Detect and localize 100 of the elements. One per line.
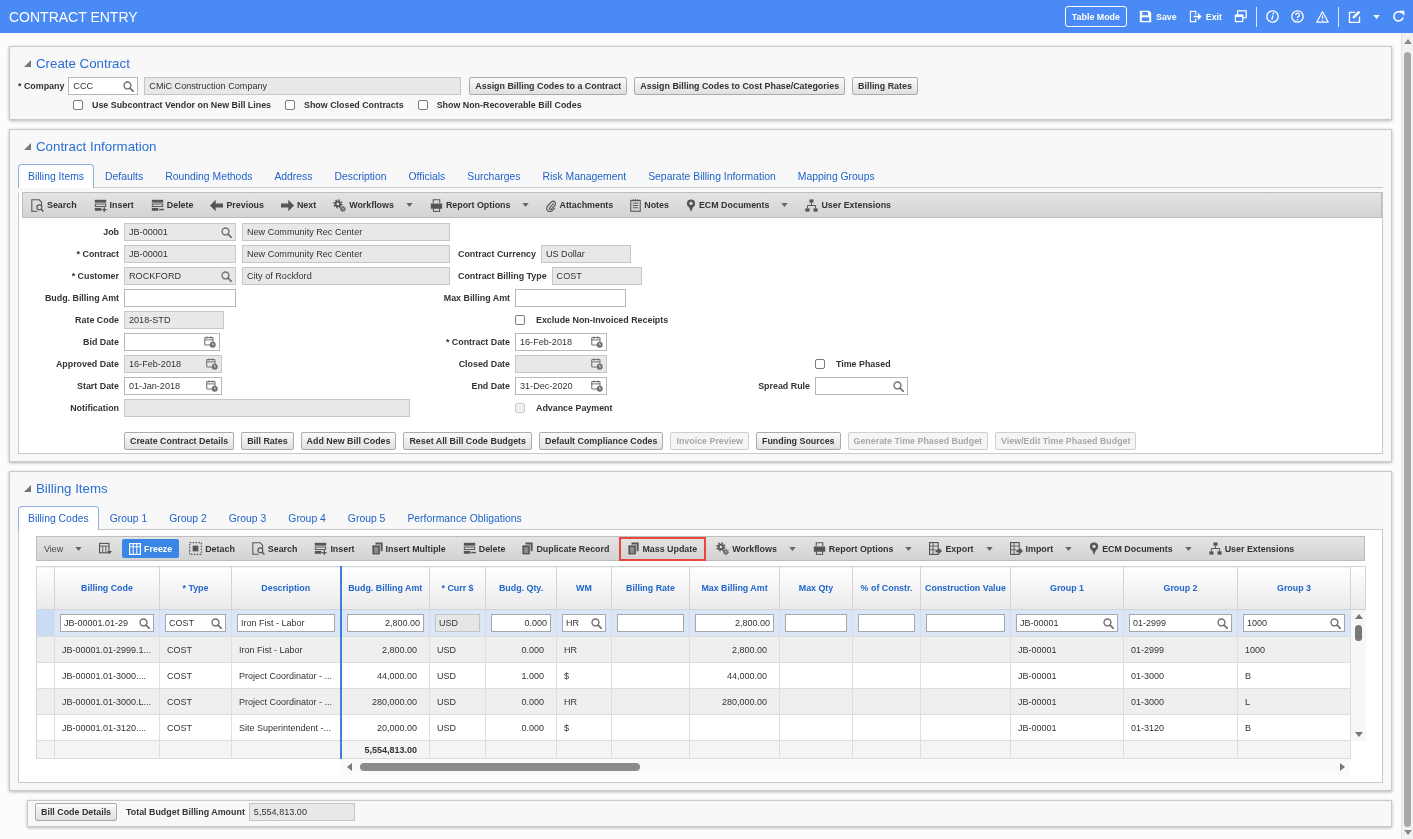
attachments-button[interactable]: Attachments xyxy=(538,195,622,215)
mass-update-button[interactable]: Mass Update xyxy=(619,536,707,561)
column-header[interactable]: Billing Code xyxy=(54,566,160,610)
triangle-icon[interactable] xyxy=(24,484,31,492)
search-icon[interactable] xyxy=(1330,617,1341,629)
lookup-field[interactable]: JB-00001 xyxy=(1016,614,1118,632)
tab[interactable]: Billing Items xyxy=(18,164,94,188)
action-button[interactable]: Bill Rates xyxy=(241,432,294,450)
lookup-field[interactable]: HR xyxy=(562,614,606,632)
input-field[interactable] xyxy=(515,289,626,307)
column-header[interactable]: Max Qty xyxy=(779,566,853,610)
calendar-icon[interactable] xyxy=(591,336,603,348)
grid-row[interactable]: JB-00001.01-2999.1... COST Iron Fist - Labor 2,800.00 USD 0.000 HR 2,800.00 JB-00001 01-2999 1000 xyxy=(36,636,1351,663)
grid-row[interactable]: JB-00001.01-3000.L... COST Project Coordinator - ... 280,000.00 USD 0.000 HR 280,000.00 JB-00001 01-3000 L xyxy=(36,688,1351,715)
tab[interactable]: Group 4 xyxy=(277,506,337,530)
workflows-button[interactable]: Workflows xyxy=(325,195,421,215)
tab[interactable]: Surcharges xyxy=(456,164,532,188)
triangle-icon[interactable] xyxy=(24,142,31,150)
info-icon[interactable] xyxy=(1266,10,1279,23)
tab[interactable]: Defaults xyxy=(94,164,155,188)
scrollbar-thumb[interactable] xyxy=(1404,52,1411,827)
search-button[interactable]: Search xyxy=(244,538,305,559)
tab[interactable]: Separate Billing Information xyxy=(637,164,787,188)
search-button[interactable]: Search xyxy=(23,195,85,215)
lookup-field[interactable]: JB-00001.01-29 xyxy=(60,614,154,632)
tab[interactable]: Group 1 xyxy=(98,506,159,530)
input-field[interactable] xyxy=(858,614,915,632)
column-header[interactable]: Budg. Billing Amt xyxy=(340,566,430,610)
refresh-icon[interactable] xyxy=(1392,10,1405,23)
action-button[interactable]: Assign Billing Codes to a Contract xyxy=(469,77,628,95)
search-icon[interactable] xyxy=(591,617,602,629)
column-header[interactable]: Billing Rate xyxy=(611,566,690,610)
documents-button[interactable]: ECM Documents xyxy=(677,195,797,215)
user-extensions-button[interactable]: User Extensions xyxy=(1201,538,1302,559)
documents-button[interactable]: ECM Documents xyxy=(1082,538,1199,559)
search-icon[interactable] xyxy=(123,80,135,92)
tab[interactable]: Description xyxy=(323,164,398,188)
freeze-button[interactable]: Freeze xyxy=(122,539,180,558)
scroll-down-icon[interactable] xyxy=(1354,732,1363,737)
calendar-icon[interactable] xyxy=(206,380,218,392)
action-button[interactable]: Billing Rates xyxy=(852,77,918,95)
lookup-field[interactable]: COST xyxy=(165,614,226,632)
checkbox[interactable] xyxy=(417,100,428,110)
calendar-icon[interactable] xyxy=(204,336,216,348)
scrollbar-thumb[interactable] xyxy=(360,763,640,771)
action-button[interactable]: Reset All Bill Code Budgets xyxy=(403,432,532,450)
column-header[interactable]: * Curr $ xyxy=(429,566,486,610)
input-field[interactable]: 2,800.00 xyxy=(346,614,424,632)
insert-button[interactable]: Insert xyxy=(307,538,362,559)
tab[interactable]: Group 2 xyxy=(158,506,218,530)
input-field[interactable]: Iron Fist - Labor xyxy=(237,614,335,632)
lookup-field[interactable]: 1000 xyxy=(1243,614,1345,632)
action-button[interactable]: Add New Bill Codes xyxy=(300,432,397,450)
tab[interactable]: Address xyxy=(263,164,324,188)
column-header[interactable]: WM xyxy=(556,566,612,610)
grid-row[interactable]: JB-00001.01-3000.... COST Project Coordinator - ... 44,000.00 USD 1.000 $ 44,000.00 JB-00001 01-3000 B xyxy=(36,662,1351,689)
action-button[interactable]: Default Compliance Codes xyxy=(539,432,664,450)
tab[interactable]: Officials xyxy=(397,164,457,188)
delete-button[interactable]: Delete xyxy=(142,195,202,215)
triangle-icon[interactable] xyxy=(24,59,31,67)
calendar-icon[interactable] xyxy=(591,380,603,392)
search-icon[interactable] xyxy=(211,617,222,629)
tab[interactable]: Group 5 xyxy=(336,506,397,530)
input-field[interactable] xyxy=(617,614,684,632)
lookup-field[interactable]: 01-2999 xyxy=(1129,614,1232,632)
search-icon[interactable] xyxy=(139,617,150,629)
windows-icon[interactable] xyxy=(1234,10,1247,23)
tab[interactable]: Mapping Groups xyxy=(786,164,886,188)
column-header[interactable]: % of Constr. xyxy=(852,566,921,610)
column-header[interactable]: Max Billing Amt xyxy=(689,566,780,610)
lookup-field[interactable]: CCC xyxy=(68,77,139,95)
export-button[interactable]: Export xyxy=(922,538,1000,559)
input-field[interactable]: 0.000 xyxy=(491,614,551,632)
tab[interactable]: Performance Obligations xyxy=(396,506,533,530)
checkbox[interactable] xyxy=(73,100,83,110)
date-field[interactable] xyxy=(124,333,220,351)
grid-row[interactable]: JB-00001.01-3120.... COST Site Superintendent -... 20,000.00 USD 0.000 $ JB-00001 01-3120 B xyxy=(36,714,1351,741)
checkbox[interactable] xyxy=(285,100,295,110)
scroll-up-icon[interactable] xyxy=(1354,614,1363,619)
column-header[interactable]: Budg. Qty. xyxy=(485,566,557,610)
column-header[interactable]: Description xyxy=(231,566,341,610)
previous-button[interactable]: Previous xyxy=(202,195,272,215)
next-button[interactable]: Next xyxy=(272,195,325,215)
column-header[interactable]: * Type xyxy=(159,566,232,610)
scroll-left-icon[interactable] xyxy=(347,763,352,771)
column-header[interactable]: Group 3 xyxy=(1237,566,1351,610)
search-icon[interactable] xyxy=(1103,617,1114,629)
lookup-field[interactable] xyxy=(815,377,908,395)
warning-icon[interactable] xyxy=(1316,10,1329,23)
report-options-button[interactable]: Report Options xyxy=(805,538,920,559)
help-icon[interactable] xyxy=(1291,10,1304,23)
date-field[interactable]: 31-Dec-2020 xyxy=(515,377,607,395)
input-field[interactable]: 2,800.00 xyxy=(695,614,774,632)
import-button[interactable]: Import xyxy=(1002,538,1080,559)
date-field[interactable]: 01-Jan-2018 xyxy=(124,377,222,395)
action-button[interactable]: Bill Code Details xyxy=(35,803,118,821)
scroll-right-icon[interactable] xyxy=(1340,763,1345,771)
search-icon[interactable] xyxy=(893,380,904,392)
notes-button[interactable]: Notes xyxy=(622,195,677,215)
tab[interactable]: Risk Management xyxy=(531,164,638,188)
